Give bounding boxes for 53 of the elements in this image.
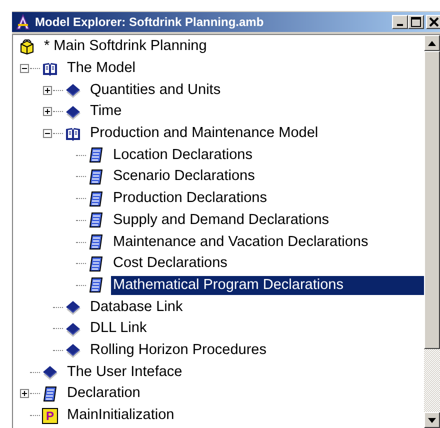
tree-item[interactable]: The Model bbox=[65, 59, 424, 78]
tree-item[interactable]: Cost Declarations bbox=[111, 254, 424, 274]
scroll-icon bbox=[88, 212, 104, 228]
tree-item[interactable]: MainInitialization bbox=[65, 406, 424, 426]
scrollbar-thumb[interactable] bbox=[424, 51, 440, 349]
minimize-button[interactable] bbox=[392, 15, 408, 29]
tree-item[interactable]: Rolling Horizon Procedures bbox=[88, 340, 424, 360]
collapse-icon[interactable] bbox=[42, 129, 53, 138]
scroll-icon bbox=[88, 147, 104, 164]
procedure-icon: P bbox=[42, 408, 58, 424]
expand-icon[interactable] bbox=[42, 107, 53, 116]
book-icon bbox=[65, 104, 81, 120]
tree-item[interactable]: Maintenance and Vacation Declarations bbox=[111, 232, 424, 252]
scroll-icon bbox=[88, 277, 104, 294]
tree-item[interactable]: The User Inteface bbox=[65, 362, 424, 382]
open-book-icon bbox=[42, 60, 58, 77]
scroll-icon bbox=[88, 234, 104, 250]
tree-item[interactable]: Production and Maintenance Model bbox=[88, 124, 424, 144]
tree-item[interactable]: Location Declarations bbox=[111, 146, 424, 165]
close-button[interactable] bbox=[426, 15, 440, 29]
tree-item[interactable]: Database Link bbox=[88, 298, 424, 317]
maximize-button[interactable] bbox=[408, 15, 424, 29]
collapse-icon[interactable] bbox=[19, 64, 30, 74]
scroll-icon bbox=[88, 256, 104, 272]
scroll-icon bbox=[42, 386, 58, 402]
expand-icon[interactable] bbox=[19, 389, 30, 398]
app-icon bbox=[15, 14, 31, 30]
tree-item[interactable]: * Main Softdrink Planning bbox=[42, 37, 424, 56]
scroll-icon bbox=[88, 190, 104, 207]
book-icon bbox=[65, 320, 81, 337]
tree-item[interactable]: Mathematical Program Declarations bbox=[111, 276, 424, 295]
close-icon bbox=[428, 17, 438, 27]
scroll-icon bbox=[88, 168, 104, 185]
open-book-icon bbox=[65, 126, 81, 142]
book-icon bbox=[65, 82, 81, 98]
up-arrow-icon[interactable] bbox=[428, 40, 436, 46]
expand-icon[interactable] bbox=[42, 86, 53, 95]
window-title: Model Explorer: Softdrink Planning.amb bbox=[35, 15, 264, 29]
book-icon bbox=[42, 364, 58, 380]
down-arrow-icon[interactable] bbox=[428, 418, 436, 422]
book-icon bbox=[65, 299, 81, 316]
tree-item[interactable]: Scenario Declarations bbox=[111, 167, 424, 186]
scrollbar[interactable] bbox=[424, 35, 440, 428]
tree-item[interactable]: Supply and Demand Declarations bbox=[111, 210, 424, 230]
tree-item[interactable]: Quantities and Units bbox=[88, 80, 424, 100]
tree-item[interactable]: DLL Link bbox=[88, 319, 424, 338]
maximize-icon bbox=[411, 17, 421, 27]
minimize-icon bbox=[397, 24, 403, 26]
tree-item[interactable]: Time bbox=[88, 102, 424, 122]
tree-item[interactable]: Production Declarations bbox=[111, 189, 424, 208]
tree-item[interactable]: Declaration bbox=[65, 384, 424, 404]
box-icon bbox=[19, 38, 35, 55]
book-icon bbox=[65, 342, 81, 358]
